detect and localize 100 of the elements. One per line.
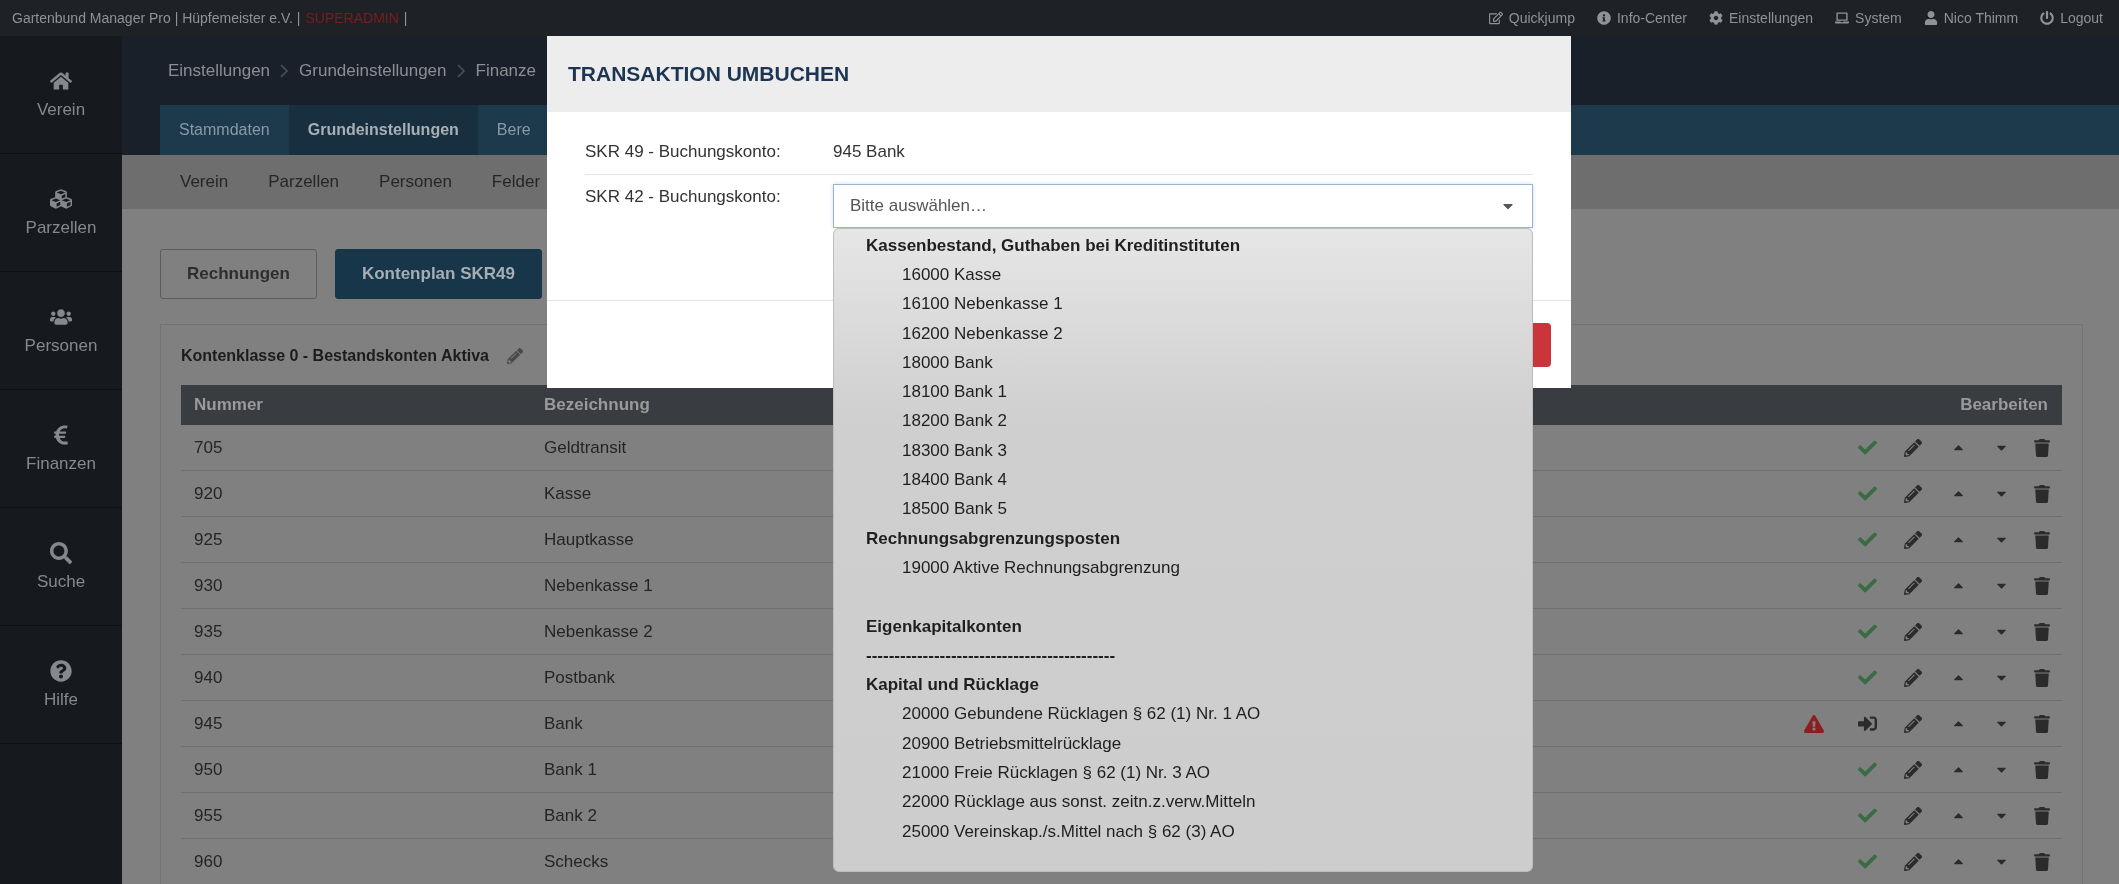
dropdown-option[interactable]: 25000 Vereinskap./s.Mittel nach § 62 (3) AO bbox=[834, 816, 1532, 847]
pencil-icon[interactable] bbox=[1904, 530, 1922, 549]
check-icon[interactable] bbox=[1857, 760, 1877, 779]
sign-in-icon[interactable] bbox=[1857, 714, 1877, 733]
trash-icon[interactable] bbox=[2033, 576, 2051, 595]
pencil-icon[interactable] bbox=[1904, 668, 1922, 687]
tab[interactable]: Stammdaten bbox=[160, 105, 289, 155]
top-link[interactable]: Logout bbox=[2040, 10, 2103, 26]
app-title: Gartenbund Manager Pro | Hüpfemeister e.V. | bbox=[12, 10, 301, 26]
pencil-icon[interactable] bbox=[1904, 852, 1922, 871]
dropdown-option[interactable]: 18500 Bank 5 bbox=[834, 494, 1532, 524]
check-icon[interactable] bbox=[1857, 806, 1877, 825]
sidebar-item[interactable]: Finanzen bbox=[0, 390, 122, 508]
dropdown-option[interactable]: 16200 Nebenkasse 2 bbox=[834, 318, 1532, 349]
table-cell-text: Geldtransit bbox=[543, 437, 627, 458]
column-header: Bearbeiten bbox=[1959, 395, 2049, 415]
trash-icon[interactable] bbox=[2033, 668, 2051, 687]
dropdown-option[interactable]: 18400 Bank 4 bbox=[834, 465, 1532, 495]
search-icon bbox=[50, 541, 72, 564]
subnav-link[interactable]: Felder bbox=[491, 172, 541, 192]
dropdown-option[interactable]: 16100 Nebenkasse 1 bbox=[834, 289, 1532, 319]
check-icon[interactable] bbox=[1857, 438, 1877, 457]
table-cell-text: Bank 2 bbox=[543, 805, 597, 826]
check-icon[interactable] bbox=[1857, 668, 1877, 687]
role-label: SUPERADMIN bbox=[305, 10, 399, 26]
field-label: SKR 42 - Buchungskonto: bbox=[585, 187, 782, 207]
edit-icon bbox=[1488, 11, 1503, 25]
dropdown-option[interactable]: 19000 Aktive Rechnungsabgrenzung bbox=[834, 553, 1532, 583]
view-button[interactable]: Rechnungen bbox=[160, 249, 317, 299]
option-group-label: Eigenkapitalkonten bbox=[865, 615, 1023, 638]
pencil-icon[interactable] bbox=[1904, 438, 1922, 457]
pencil-icon[interactable] bbox=[1904, 760, 1922, 779]
sidebar-item[interactable]: Hilfe bbox=[0, 626, 122, 744]
trash-icon[interactable] bbox=[2033, 530, 2051, 549]
top-link[interactable]: Nico Thimm bbox=[1923, 10, 2019, 26]
settings-icon bbox=[1709, 11, 1723, 25]
top-link[interactable]: Info-Center bbox=[1596, 10, 1687, 26]
trash-icon[interactable] bbox=[2033, 760, 2051, 779]
option-group-label: -------------------------------------------- bbox=[865, 644, 1117, 667]
table-cell-text: 940 bbox=[193, 667, 223, 688]
table-cell-text: Hauptkasse bbox=[543, 529, 634, 550]
trash-icon[interactable] bbox=[2033, 806, 2051, 825]
subnav-link[interactable]: Personen bbox=[379, 172, 452, 192]
top-link[interactable]: System bbox=[1835, 10, 1902, 26]
table-cell-text: 930 bbox=[193, 575, 223, 596]
pencil-icon[interactable] bbox=[506, 348, 523, 364]
table-cell-text: 925 bbox=[193, 529, 223, 550]
check-icon[interactable] bbox=[1857, 530, 1877, 549]
trash-icon[interactable] bbox=[2033, 622, 2051, 641]
pencil-icon[interactable] bbox=[1904, 714, 1922, 733]
dropdown-option[interactable]: 16000 Kasse bbox=[834, 260, 1532, 290]
info-icon bbox=[1596, 11, 1611, 25]
column-header: Nummer bbox=[193, 395, 263, 415]
dropdown-option[interactable]: 20000 Gebundene Rücklagen § 62 (1) Nr. 1 AO bbox=[834, 699, 1532, 730]
dropdown-option[interactable]: 22000 Rücklage aus sonst. zeitn.z.verw.Mitteln bbox=[834, 787, 1532, 817]
trash-icon[interactable] bbox=[2033, 714, 2051, 733]
dropdown-option[interactable]: 18100 Bank 1 bbox=[834, 377, 1532, 407]
trash-icon[interactable] bbox=[2033, 852, 2051, 871]
dropdown-option[interactable]: 21000 Freie Rücklagen § 62 (1) Nr. 3 AO bbox=[834, 758, 1532, 788]
dropdown-option[interactable]: 18300 Bank 3 bbox=[834, 436, 1532, 466]
sidebar-item[interactable]: Suche bbox=[0, 508, 122, 626]
option-group-label: Kapital und Rücklage bbox=[865, 674, 1040, 697]
option-group-label: Rechnungsabgrenzungsposten bbox=[865, 527, 1122, 550]
table-cell-text: 955 bbox=[193, 805, 223, 826]
sidebar-item[interactable]: Personen bbox=[0, 272, 122, 390]
breadcrumb-link[interactable]: Einstellungen bbox=[168, 60, 271, 81]
help-icon bbox=[50, 659, 72, 682]
table-cell-text: Nebenkasse 2 bbox=[543, 621, 653, 642]
table-cell-text: 945 bbox=[193, 713, 223, 734]
table-cell-text: 935 bbox=[193, 621, 223, 642]
check-icon[interactable] bbox=[1857, 484, 1877, 503]
option-group-label: Kassenbestand, Guthaben bei Kreditinstituten bbox=[865, 234, 1242, 257]
check-icon[interactable] bbox=[1857, 852, 1877, 871]
table-cell-text: Postbank bbox=[543, 667, 615, 688]
trash-icon[interactable] bbox=[2033, 438, 2051, 457]
trash-icon[interactable] bbox=[2033, 484, 2051, 503]
home-icon bbox=[50, 69, 72, 92]
breadcrumb-link[interactable]: Grundeinstellungen bbox=[299, 60, 447, 81]
view-button[interactable]: Kontenplan SKR49 bbox=[334, 249, 542, 299]
dropdown-option[interactable]: 20900 Betriebsmittelrücklage bbox=[834, 729, 1532, 759]
check-icon[interactable] bbox=[1857, 622, 1877, 641]
top-link[interactable]: Quickjump bbox=[1488, 10, 1575, 26]
dropdown-option[interactable]: 18000 Bank bbox=[834, 348, 1532, 378]
table-cell-text: 950 bbox=[193, 759, 223, 780]
subnav-link[interactable]: Parzellen bbox=[268, 172, 340, 192]
tab[interactable]: Bere bbox=[477, 105, 550, 155]
dropdown-option[interactable]: 18200 Bank 2 bbox=[834, 406, 1532, 437]
breadcrumb-link[interactable]: Finanze bbox=[475, 60, 536, 81]
pencil-icon[interactable] bbox=[1904, 806, 1922, 825]
check-icon[interactable] bbox=[1857, 576, 1877, 595]
top-link[interactable]: Einstellungen bbox=[1709, 10, 1814, 26]
subnav-link[interactable]: Verein bbox=[180, 172, 229, 192]
pencil-icon[interactable] bbox=[1904, 484, 1922, 503]
column-header: Bezeichnung bbox=[543, 395, 650, 415]
table-cell-text: 960 bbox=[193, 851, 223, 872]
pencil-icon[interactable] bbox=[1904, 622, 1922, 641]
pencil-icon[interactable] bbox=[1904, 576, 1922, 595]
chevron-icon bbox=[280, 63, 290, 78]
select-field[interactable]: Bitte auswählen… bbox=[833, 184, 1533, 228]
tab[interactable]: Grundeinstellungen bbox=[288, 105, 478, 155]
